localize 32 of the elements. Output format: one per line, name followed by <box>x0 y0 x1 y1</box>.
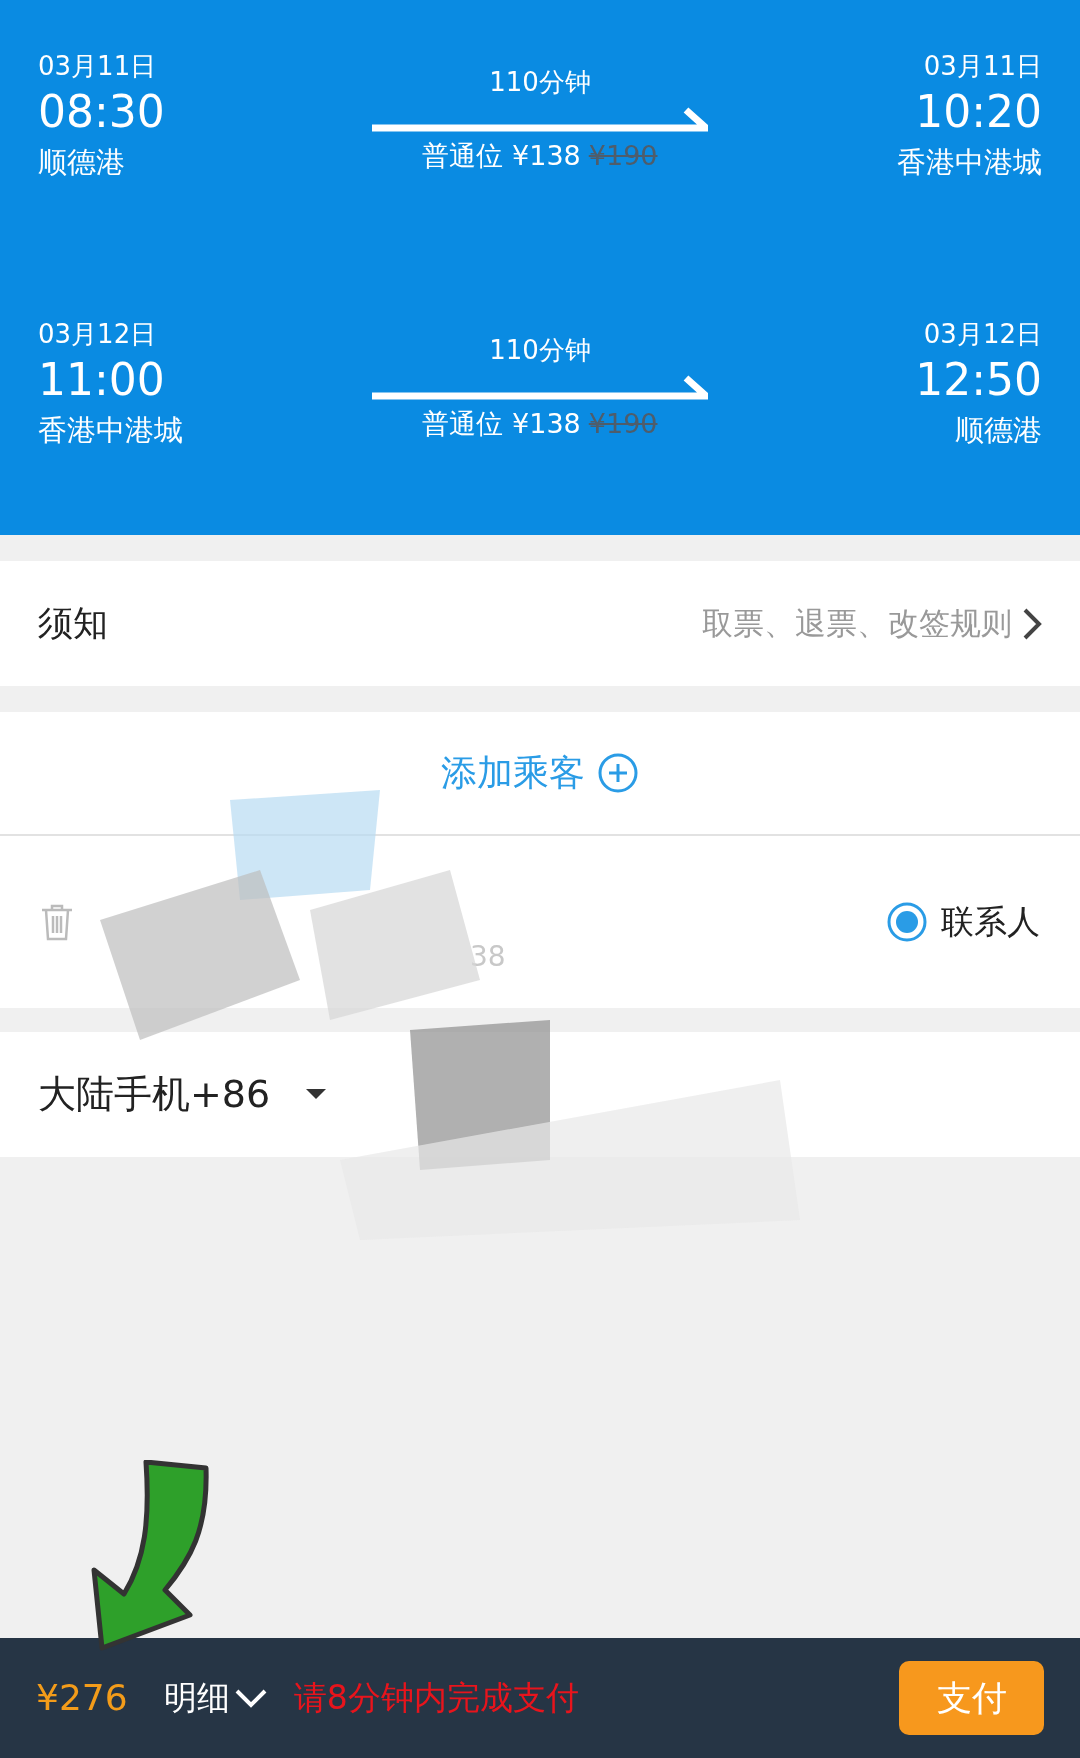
notice-title: 须知 <box>38 602 108 646</box>
contact-radio[interactable]: 联系人 <box>887 897 1040 947</box>
rules-link: 取票、退票、改签规则 <box>702 604 1012 644</box>
seat-price: 普通位 ¥138 <box>422 139 581 173</box>
radio-icon <box>887 902 927 942</box>
arrival-time: 10:20 <box>915 85 1042 139</box>
original-price: ¥190 <box>588 406 658 441</box>
departure-time: 11:00 <box>38 352 166 407</box>
payment-timer: 请8分钟内完成支付 <box>293 1677 579 1720</box>
trash-icon[interactable] <box>40 903 74 941</box>
region-dropdown[interactable]: 大陆手机+86 <box>38 1066 327 1123</box>
departure-date: 03月12日 <box>38 317 158 351</box>
departure-port: 香港中港城 <box>38 411 184 449</box>
arrival-port: 香港中港城 <box>897 144 1042 181</box>
chevron-down-icon <box>233 1688 268 1708</box>
departure-time: 08:30 <box>38 85 166 139</box>
total-price: ¥276 <box>36 1676 128 1720</box>
departure-port: 顺德港 <box>38 144 126 181</box>
departure-date: 03月11日 <box>38 50 158 83</box>
details-toggle[interactable]: 明细 <box>163 1673 268 1723</box>
notice-row[interactable]: 须知 取票、退票、改签规则 <box>0 561 1080 686</box>
duration: 110分钟 <box>489 333 591 367</box>
arrival-port: 顺德港 <box>955 411 1042 449</box>
seat-price: 普通位 ¥138 <box>422 406 581 441</box>
caret-icon <box>306 1088 327 1101</box>
arrival-time: 12:50 <box>915 352 1042 407</box>
plus-circle-icon <box>597 752 639 794</box>
original-price: ¥190 <box>588 139 658 173</box>
chevron-right-icon <box>1022 606 1042 641</box>
duration: 110分钟 <box>489 66 591 99</box>
arrival-date: 03月11日 <box>923 50 1042 83</box>
arrival-date: 03月12日 <box>923 317 1042 351</box>
